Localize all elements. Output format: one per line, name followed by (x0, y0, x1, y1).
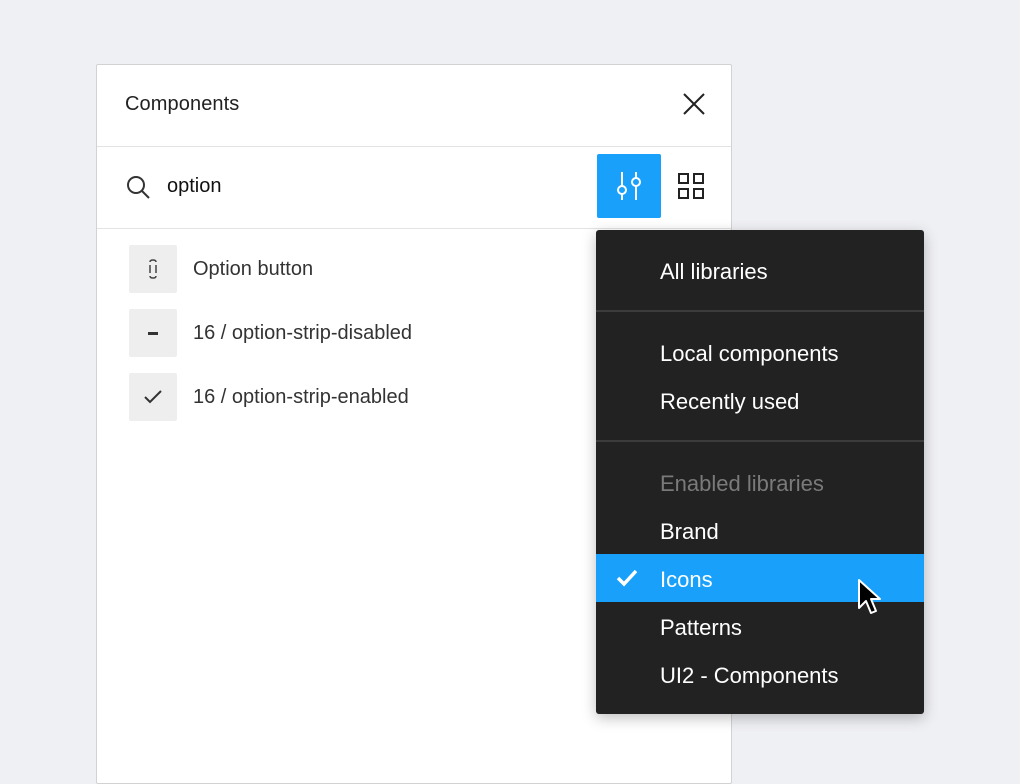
close-icon (683, 93, 705, 115)
menu-item-label: Patterns (660, 615, 742, 640)
menu-divider (596, 440, 924, 442)
menu-item-all-libraries[interactable]: All libraries (596, 246, 924, 294)
search-icon (127, 176, 150, 199)
result-label: Option button (193, 258, 314, 280)
result-label: 16 / option-strip-enabled (193, 386, 409, 408)
panel-header: Components (97, 65, 731, 147)
menu-item-label: UI2 - Components (660, 663, 839, 688)
grid-view-button[interactable] (675, 170, 707, 202)
check-icon (144, 390, 162, 404)
sliders-icon (617, 172, 641, 200)
minus-icon (148, 332, 158, 335)
result-label: 16 / option-strip-disabled (193, 322, 413, 344)
menu-item-ui2-components[interactable]: UI2 - Components (596, 650, 924, 698)
checkmark-icon (616, 569, 638, 587)
library-filter-button[interactable] (597, 154, 661, 218)
mouse-pointer-icon (858, 579, 881, 614)
menu-item-local-components[interactable]: Local components (596, 328, 924, 376)
result-thumbnail (129, 245, 177, 293)
search-input[interactable] (167, 169, 547, 203)
library-filter-menu: All libraries Local components Recently … (596, 230, 924, 714)
grid-icon (678, 173, 704, 199)
menu-item-label: Recently used (660, 389, 800, 414)
menu-section-header: Enabled libraries (596, 458, 924, 506)
menu-divider (596, 310, 924, 312)
result-thumbnail (129, 373, 177, 421)
menu-item-label: Icons (660, 567, 713, 592)
menu-header-label: Enabled libraries (660, 471, 824, 496)
menu-item-label: Brand (660, 519, 719, 544)
option-button-icon (149, 259, 157, 279)
search-row (97, 146, 731, 229)
menu-item-brand[interactable]: Brand (596, 506, 924, 554)
close-button[interactable] (681, 91, 707, 117)
result-thumbnail (129, 309, 177, 357)
menu-item-recently-used[interactable]: Recently used (596, 376, 924, 424)
menu-item-label: Local components (660, 341, 839, 366)
panel-title: Components (125, 93, 240, 115)
menu-item-label: All libraries (660, 259, 768, 284)
